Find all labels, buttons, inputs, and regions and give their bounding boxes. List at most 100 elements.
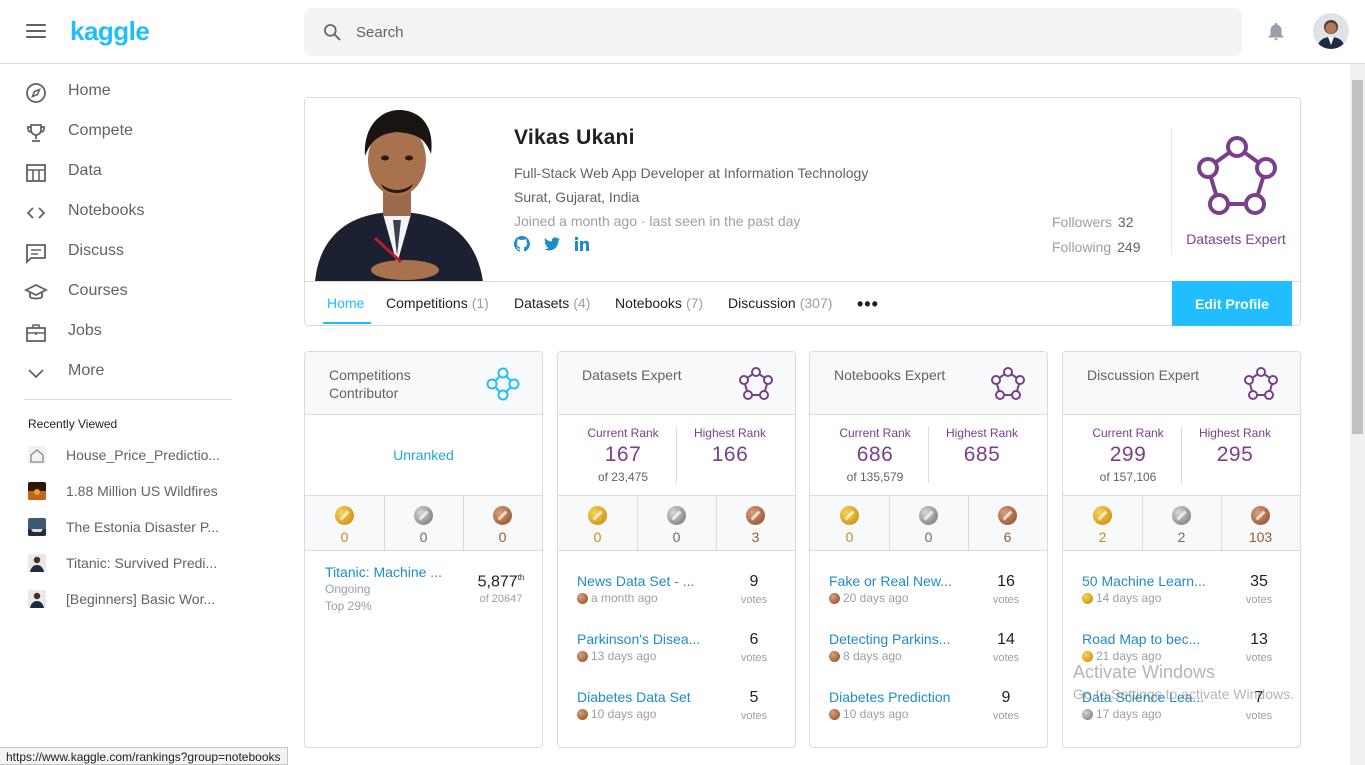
tab-home[interactable]: Home — [327, 295, 364, 311]
github-icon[interactable] — [514, 236, 530, 252]
recent-item[interactable]: [Beginners] Basic Wor... — [0, 584, 240, 614]
briefcase-icon — [26, 324, 46, 342]
rank-area[interactable]: Current Rank 167 of 23,475 Highest Rank 166 — [558, 415, 795, 495]
tab-discussion[interactable]: Discussion (307) — [728, 295, 832, 311]
card-title: Datasets Expert — [582, 367, 682, 383]
search-bar[interactable] — [304, 8, 1242, 56]
profile-location: Surat, Gujarat, India — [514, 189, 640, 205]
rank-area[interactable]: Current Rank 299 of 157,106 Highest Rank 29… — [1063, 415, 1300, 495]
card-title: Discussion Expert — [1087, 367, 1200, 383]
recent-item[interactable]: Titanic: Survived Predi... — [0, 548, 240, 578]
rank-area[interactable]: Current Rank 686 of 135,579 Highest Rank 68… — [810, 415, 1047, 495]
card-header[interactable]: Notebooks Expert — [810, 352, 1047, 415]
medal-row: 0 0 6 — [810, 495, 1047, 551]
rank-area: Unranked — [305, 415, 542, 495]
silver-medal-icon — [1082, 708, 1093, 720]
competition-status: Ongoing — [325, 582, 371, 596]
profile-occupation: Full-Stack Web App Developer at Informat… — [514, 165, 869, 181]
card-header[interactable]: Discussion Expert — [1063, 352, 1300, 415]
twitter-icon[interactable] — [544, 236, 560, 252]
silver-medal-count: 2 — [1142, 496, 1221, 550]
recent-item[interactable]: House_Price_Predictio... — [0, 440, 240, 470]
competition-link[interactable]: Titanic: Machine ... — [325, 564, 455, 580]
gold-medal-icon — [1082, 592, 1093, 604]
notification-bell-icon[interactable] — [1265, 21, 1287, 43]
card-header[interactable]: Datasets Expert — [558, 352, 795, 415]
bronze-medal-icon — [577, 708, 588, 720]
gold-medal-icon — [1093, 506, 1112, 525]
search-icon — [324, 24, 341, 41]
bronze-medal-icon — [829, 592, 840, 604]
bronze-medal-icon — [829, 708, 840, 720]
sidebar-item-label: Compete — [68, 122, 133, 139]
gold-medal-count: 0 — [558, 496, 637, 550]
medal-row: 2 2 103 — [1063, 495, 1300, 551]
house-thumbnail-icon — [28, 446, 46, 464]
list-item[interactable]: Fake or Real New... 20 days ago 16 votes — [810, 573, 1047, 623]
silver-medal-count: 0 — [637, 496, 716, 550]
school-icon — [24, 283, 48, 300]
more-tabs-button[interactable]: ••• — [857, 294, 879, 315]
sidebar-item-label: More — [68, 362, 105, 379]
tab-notebooks[interactable]: Notebooks (7) — [615, 295, 703, 311]
bronze-medal-icon — [577, 592, 588, 604]
recent-item[interactable]: 1.88 Million US Wildfires — [0, 476, 240, 506]
sidebar-item-data[interactable]: Data — [0, 152, 240, 192]
highest-rank: 166 — [711, 443, 749, 466]
datasets-expert-tier-icon — [1197, 136, 1277, 215]
tab-datasets[interactable]: Datasets (4) — [514, 295, 590, 311]
social-links — [514, 236, 590, 252]
following-stat[interactable]: Following 249 — [1052, 239, 1141, 255]
list-item[interactable]: News Data Set - ... a month ago 9 votes — [558, 573, 795, 623]
list-item[interactable]: 50 Machine Learn... 14 days ago 35 votes — [1063, 573, 1300, 623]
sidebar-item-home[interactable]: Home — [0, 72, 240, 112]
profile-photo — [305, 98, 490, 282]
followers-stat[interactable]: Followers 32 — [1052, 214, 1133, 230]
scrollbar-thumb[interactable] — [1352, 80, 1363, 434]
tab-competitions[interactable]: Competitions (1) — [386, 295, 489, 311]
bronze-medal-icon — [493, 506, 512, 525]
profile-joined: Joined a month ago · last seen in the pa… — [514, 213, 801, 229]
avatar-thumbnail-icon — [28, 590, 46, 608]
card-title: Notebooks Expert — [834, 367, 946, 383]
sidebar-item-discuss[interactable]: Discuss — [0, 232, 240, 272]
medal-row: 0 0 3 — [558, 495, 795, 551]
tabs-divider — [305, 281, 1302, 282]
silver-medal-icon — [919, 506, 938, 525]
medal-row: 0 0 0 — [305, 495, 542, 551]
bronze-medal-icon — [829, 650, 840, 662]
user-avatar[interactable] — [1313, 13, 1349, 49]
chat-icon — [26, 244, 46, 265]
expert-tier-icon — [1244, 367, 1278, 400]
gold-medal-icon — [588, 506, 607, 525]
sidebar-divider — [24, 399, 232, 400]
sidebar-item-more[interactable]: More — [0, 352, 240, 392]
sidebar-item-compete[interactable]: Compete — [0, 112, 240, 152]
highest-rank: 685 — [963, 443, 1001, 466]
table-icon — [26, 164, 46, 182]
sidebar-item-jobs[interactable]: Jobs — [0, 312, 240, 352]
wildfire-thumbnail-icon — [28, 482, 46, 500]
list-item[interactable]: Parkinson's Disea... 13 days ago 6 votes — [558, 631, 795, 681]
bronze-medal-icon — [998, 506, 1017, 525]
list-item[interactable]: Diabetes Prediction 10 days ago 9 votes — [810, 689, 1047, 739]
list-item[interactable]: Detecting Parkins... 8 days ago 14 votes — [810, 631, 1047, 681]
current-rank: 167 — [604, 443, 642, 466]
sidebar-item-courses[interactable]: Courses — [0, 272, 240, 312]
search-input[interactable] — [356, 20, 1216, 44]
menu-icon[interactable] — [26, 24, 46, 40]
card-header[interactable]: Competitions Contributor — [305, 352, 542, 415]
kaggle-logo[interactable]: kaggle — [70, 16, 150, 47]
sidebar-item-notebooks[interactable]: Notebooks — [0, 192, 240, 232]
scrollbar[interactable] — [1350, 64, 1365, 765]
silver-medal-count: 0 — [384, 496, 463, 550]
bronze-medal-count: 103 — [1221, 496, 1300, 550]
gold-medal-count: 0 — [810, 496, 889, 550]
unranked-label[interactable]: Unranked — [305, 447, 542, 463]
recent-item[interactable]: The Estonia Disaster P... — [0, 512, 240, 542]
sidebar-item-label: Notebooks — [68, 202, 145, 219]
edit-profile-button[interactable]: Edit Profile — [1172, 281, 1292, 326]
sidebar-item-label: Jobs — [68, 322, 102, 339]
linkedin-icon[interactable] — [574, 236, 590, 252]
list-item[interactable]: Diabetes Data Set 10 days ago 5 votes — [558, 689, 795, 739]
